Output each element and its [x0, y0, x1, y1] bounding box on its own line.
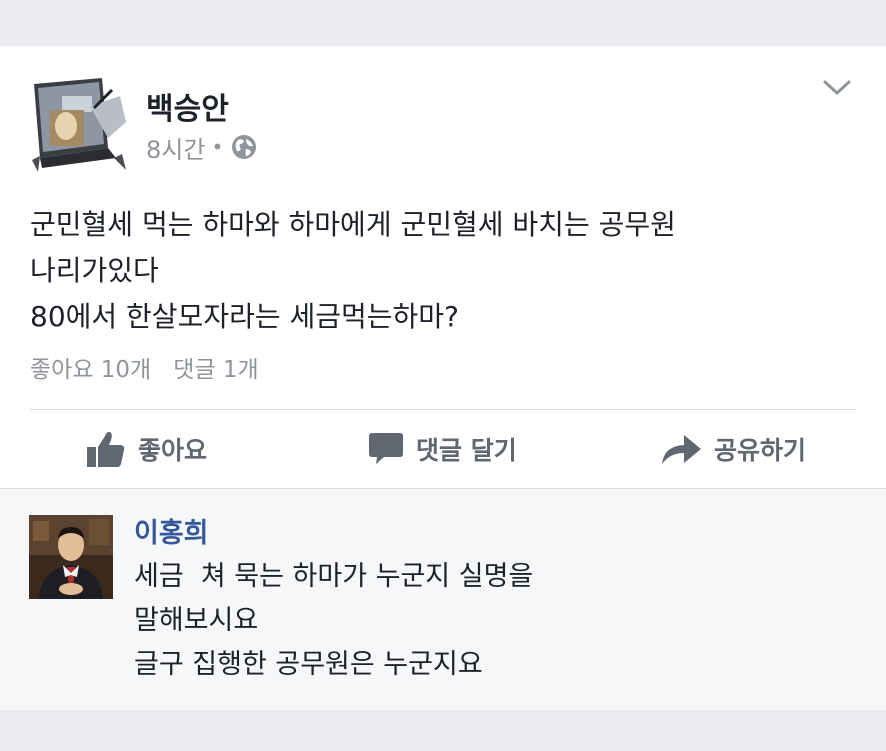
post-text-line: 군민혈세 먹는 하마와 하마에게 군민혈세 바치는 공무원 — [30, 208, 676, 241]
post-meta: 8시간 • — [146, 130, 257, 165]
post-card: 백승안 8시간 • 군민혈세 먹는 하마와 하마에게 군민혈세 바치는 공무원 … — [0, 46, 886, 488]
comment-text-line: 말해보시요 — [134, 605, 259, 636]
chevron-down-icon[interactable] — [822, 78, 852, 98]
comment-button[interactable]: 댓글 달기 — [368, 424, 517, 474]
commenter-avatar[interactable] — [29, 515, 113, 599]
comment-section: 이홍희 세금 쳐 묵는 하마가 누군지 실명을 말해보시요 글구 집행한 공무원… — [0, 488, 886, 710]
share-arrow-icon — [662, 435, 701, 464]
post-time[interactable]: 8시간 — [146, 130, 205, 165]
speech-bubble-icon — [369, 433, 403, 464]
commenter-name[interactable]: 이홍희 — [134, 511, 209, 550]
comment-text-line: 글구 집행한 공무원은 누군지요 — [134, 649, 483, 680]
author-avatar[interactable] — [28, 74, 128, 174]
comment-text: 세금 쳐 묵는 하마가 누군지 실명을 말해보시요 글구 집행한 공무원은 누군… — [134, 555, 533, 687]
divider — [30, 409, 856, 410]
comment-label: 댓글 달기 — [416, 436, 517, 465]
like-button[interactable]: 좋아요 — [86, 424, 207, 474]
likes-count[interactable]: 좋아요 10개 — [30, 350, 151, 384]
post-text: 군민혈세 먹는 하마와 하마에게 군민혈세 바치는 공무원 나리가있다 80에서… — [30, 202, 850, 340]
author-name[interactable]: 백승안 — [146, 84, 229, 128]
post-text-line: 80에서 한살모자라는 세금먹는하마? — [30, 300, 459, 333]
comment-text-line: 세금 쳐 묵는 하마가 누군지 실명을 — [134, 561, 534, 592]
comments-count[interactable]: 댓글 1개 — [173, 350, 258, 384]
share-label: 공유하기 — [714, 436, 807, 465]
share-button[interactable]: 공유하기 — [660, 424, 806, 474]
reaction-summary: 좋아요 10개 댓글 1개 — [30, 350, 259, 384]
thumbs-up-icon — [87, 431, 125, 467]
meta-separator: • — [211, 135, 224, 159]
globe-icon — [232, 135, 257, 159]
like-label: 좋아요 — [138, 436, 208, 465]
post-text-line: 나리가있다 — [30, 254, 159, 287]
